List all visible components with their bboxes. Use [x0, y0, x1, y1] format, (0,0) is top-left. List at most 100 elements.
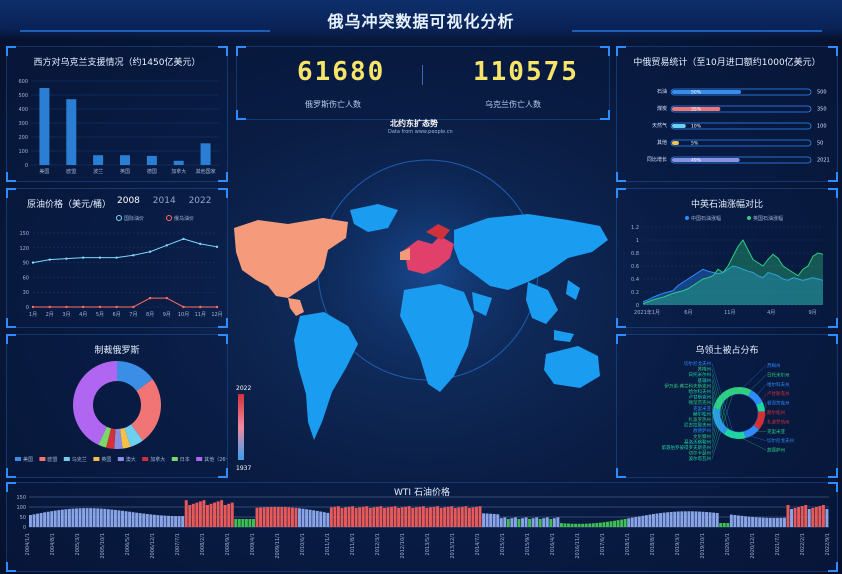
x-tick-label: 5月 [96, 312, 104, 318]
wti-bar [726, 523, 730, 527]
x-tick-label: 英国 [120, 168, 130, 175]
bar [173, 160, 184, 165]
wti-bar [213, 502, 217, 527]
trade-row-label: 煤炭 [657, 105, 667, 112]
wti-bar [386, 507, 390, 527]
wti-bar [765, 517, 769, 527]
wti-bar [475, 506, 478, 527]
y-tick-label: 0 [23, 525, 26, 531]
page-title: 俄乌冲突数据可视化分析 [327, 12, 515, 31]
wti-bar [283, 507, 287, 527]
wti-bar [400, 507, 404, 527]
wti-bar [581, 523, 585, 527]
wti-bar [715, 512, 719, 527]
x-tick-label: 2020/5/1 [725, 533, 731, 555]
wti-bar [744, 516, 747, 527]
wti-bar [43, 512, 47, 527]
wti-bar [421, 506, 425, 527]
wti-bar [159, 515, 163, 527]
occupied-label-right: 哈尔科夫州 [767, 381, 790, 388]
x-tick-label: 4月 [79, 312, 87, 318]
japan [566, 280, 580, 300]
occupied-label-left: 第聂伯罗彼得罗夫斯克州 [662, 444, 712, 451]
map-color-scale [238, 394, 244, 460]
occupied-label-right: 克里米亚 [767, 428, 785, 435]
data-point [132, 254, 135, 257]
wti-bar [117, 510, 121, 527]
y-tick-label: 0.4 [631, 277, 639, 283]
wti-bar [506, 519, 510, 527]
data-point [148, 250, 152, 253]
wti-bar [719, 523, 723, 527]
wti-bar [305, 509, 309, 527]
wti-bar [595, 522, 599, 527]
wti-bar [145, 514, 149, 527]
wti-bar [499, 518, 503, 527]
wti-bar [747, 516, 751, 527]
y-tick-label: 0.6 [631, 264, 639, 270]
wti-bar [301, 508, 305, 527]
wti-bar [616, 520, 620, 527]
wti-bar [319, 511, 323, 527]
wti-bar [429, 507, 432, 527]
wti-bar [457, 507, 461, 527]
wti-bar [50, 511, 54, 527]
wti-bar [460, 506, 464, 527]
data-point [65, 305, 68, 309]
legend-marker [685, 216, 689, 220]
occupied-label-left: 波尔塔瓦州 [689, 455, 712, 462]
x-tick-label: 2013/12/1 [450, 533, 456, 559]
occupied-label-left: 伊万诺-弗兰科夫斯克州 [664, 382, 711, 389]
wti-bar [662, 512, 666, 527]
legend-label: 中国石油涨幅 [691, 215, 721, 222]
legend-label: 国际油价 [124, 215, 144, 222]
wti-bar [510, 518, 514, 527]
wti-bar [92, 508, 96, 527]
legend-label: 英国 [101, 456, 111, 463]
y-tick-label: 100 [16, 505, 26, 511]
wti-bar [683, 511, 687, 527]
trade-total: 2021 [817, 158, 830, 164]
occupied-leader [764, 403, 767, 409]
legend-label: 英国石油涨幅 [753, 215, 783, 222]
y-tick-label: 150 [19, 231, 29, 237]
wti-bar [503, 517, 507, 527]
wti-bar [64, 509, 68, 527]
trade-pct: 10% [691, 124, 702, 130]
wti-bar [138, 513, 142, 527]
wti-bar [489, 513, 493, 527]
data-point [31, 261, 35, 264]
occupied-label-left: 扎波罗热州 [689, 416, 712, 423]
wti-bar [393, 506, 397, 527]
wti-panel: WTI 石油价格 0 50 100 150 2004/1/1 2004/8/1 2005/3… [6, 482, 838, 572]
y-tick-label: 1.2 [631, 225, 639, 231]
occupied-leader [762, 393, 767, 402]
occupied-label-left: 尼古拉耶夫州 [684, 422, 711, 429]
wti-bar [574, 523, 578, 527]
wti-bar [648, 514, 652, 527]
legend-marker [747, 216, 751, 220]
wti-bar [99, 508, 103, 527]
wti-bar [570, 523, 574, 527]
x-tick-label: 2011/1/1 [325, 533, 331, 555]
wti-bar [205, 505, 209, 527]
wti-bar [124, 511, 128, 527]
wti-bar [591, 523, 595, 527]
y-tick-label: 600 [18, 79, 28, 85]
data-point [115, 305, 118, 309]
wti-bar [793, 508, 797, 527]
wti-bar [262, 507, 266, 527]
wti-bar [294, 507, 298, 527]
x-tick-label: 3月 [62, 312, 70, 318]
occupied-label-right: 卢甘斯克州 [767, 390, 790, 397]
wti-bar [690, 511, 694, 527]
wti-bar [188, 505, 192, 527]
x-tick-label: 2021/7/1 [775, 533, 781, 555]
wti-bar [60, 509, 64, 527]
data-point [199, 242, 202, 246]
data-point [148, 296, 152, 300]
x-tick-label: 4月 [767, 310, 775, 316]
trade-panel: 中俄贸易统计（至10月进口额约1000亿美元） 石油 50% 500 煤炭 35% 350… [616, 46, 838, 182]
wti-bar [549, 519, 553, 527]
wti-bar [768, 517, 772, 527]
